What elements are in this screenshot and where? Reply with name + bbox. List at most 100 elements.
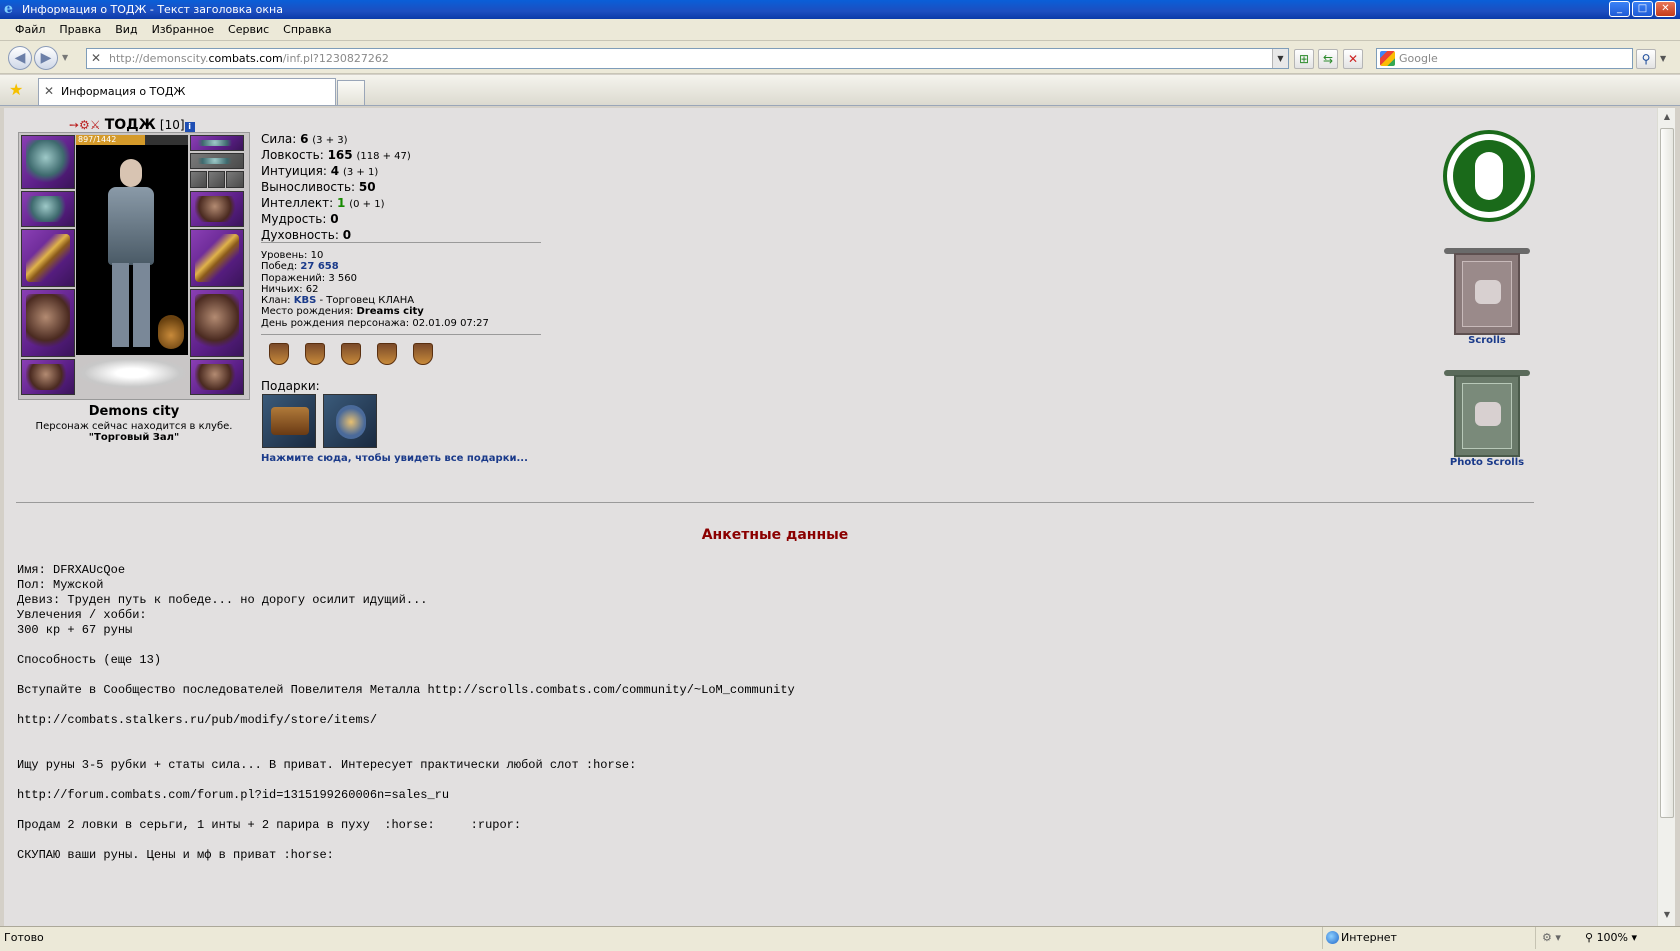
ring-slot-1[interactable] — [190, 171, 207, 188]
all-gifts-link[interactable]: Нажмите сюда, чтобы увидеть все подарки.… — [261, 453, 528, 464]
section-divider — [16, 502, 1534, 503]
location-text: Персонаж сейчас находится в клубе. — [35, 421, 233, 432]
bracers-slot[interactable] — [21, 191, 75, 227]
menu-favorites[interactable]: Избранное — [145, 23, 221, 36]
protected-mode-icon[interactable]: ⚙ ▾ — [1535, 927, 1580, 949]
globe-icon — [1326, 931, 1339, 944]
scrolls-link[interactable]: Scrolls — [1432, 335, 1542, 346]
scroll-up-icon[interactable]: ▲ — [1660, 110, 1674, 124]
window-controls: _ □ ✕ — [1609, 1, 1676, 17]
pet-image[interactable] — [158, 315, 184, 349]
info-birthday: День рождения персонажа: 02.01.09 07:27 — [261, 317, 489, 329]
scroll-down-icon[interactable]: ▼ — [1660, 908, 1674, 922]
gift-amulet-image[interactable] — [323, 394, 377, 448]
anketa-title: Анкетные данные — [701, 527, 849, 543]
info-icon[interactable]: i — [184, 122, 195, 132]
photo-scrolls-link[interactable]: Photo Scrolls — [1432, 457, 1542, 468]
character-location: Demons city Персонаж сейчас находится в … — [18, 404, 250, 443]
amulet-slot[interactable] — [190, 153, 244, 169]
hp-text: 897/1442 — [78, 135, 117, 144]
scrolls-banner[interactable] — [1444, 248, 1530, 338]
stat-row: Ловкость: 165 (118 + 47) — [261, 148, 411, 162]
boots-slot[interactable] — [190, 359, 244, 395]
leggings-slot[interactable] — [190, 289, 244, 357]
info-losses: Поражений: 3 560 — [261, 272, 357, 284]
medal-icon[interactable] — [413, 343, 433, 365]
right-weapon-slot[interactable] — [190, 229, 244, 287]
status-bar: Готово Интернет ⚙ ▾ ⚲ 100% ▾ — [0, 926, 1680, 951]
gloves-slot[interactable] — [190, 191, 244, 227]
stop-icon[interactable]: ✕ — [1343, 49, 1363, 69]
tab-active[interactable]: ✕ Информация о ТОДЖ — [38, 78, 336, 105]
new-tab-button[interactable] — [337, 80, 365, 105]
character-info: Уровень: 10 Побед: 27 658 Поражений: 3 5… — [261, 250, 489, 329]
ring-slot-2[interactable] — [208, 171, 225, 188]
medal-icon[interactable] — [269, 343, 289, 365]
menu-help[interactable]: Справка — [276, 23, 338, 36]
anketa-line: Пол: Мужской — [17, 578, 104, 592]
zoom-level[interactable]: ⚲ 100% ▾ — [1585, 927, 1637, 949]
anketa-line — [17, 668, 795, 683]
medal-icon[interactable] — [377, 343, 397, 365]
vertical-scrollbar[interactable]: ▲ ▼ — [1657, 108, 1675, 926]
gift-chest-image[interactable] — [262, 394, 316, 448]
compatibility-icon[interactable]: ⊞ — [1294, 49, 1314, 69]
stat-row: Интеллект: 1 (0 + 1) — [261, 196, 385, 210]
anketa-line — [17, 833, 795, 848]
menu-view[interactable]: Вид — [108, 23, 144, 36]
anketa-line: http://combats.stalkers.ru/pub/modify/st… — [17, 713, 378, 727]
maximize-button[interactable]: □ — [1632, 1, 1653, 17]
info-clan: Клан: KBS - Торговец КЛАНА — [261, 295, 415, 307]
tab-bar: ★ ✕ Информация о ТОДЖ — [0, 75, 1680, 106]
minimize-button[interactable]: _ — [1609, 1, 1630, 17]
url-path: /inf.pl?1230827262 — [282, 52, 389, 65]
history-dropdown-icon[interactable]: ▼ — [62, 53, 68, 62]
anketa-line: Имя: DFRXAUcQoe — [17, 563, 126, 577]
anketa-line: Способность (еще 13) — [17, 653, 162, 667]
ring-slot-3[interactable] — [226, 171, 244, 188]
info-birthplace: Место рождения: Dreams city — [261, 306, 424, 318]
search-options-icon[interactable]: ▼ — [1660, 54, 1666, 63]
info-wins: Побед: 27 658 — [261, 261, 339, 273]
refresh-icon[interactable]: ⇆ — [1318, 49, 1338, 69]
anketa-line: СКУПАЮ ваши руны. Цены и мф в приват :ho… — [17, 848, 334, 862]
anketa-text: Имя: DFRXAUcQoe Пол: Мужской Девиз: Труден… — [17, 563, 795, 863]
guild-badge-image[interactable] — [1443, 130, 1535, 222]
character-level: [10] — [159, 118, 185, 132]
address-input[interactable]: ✕ http://demonscity.combats.com/inf.pl?1… — [86, 48, 1289, 69]
medal-icon[interactable] — [341, 343, 361, 365]
tab-favicon-icon: ✕ — [44, 84, 55, 98]
scroll-thumb[interactable] — [1660, 128, 1674, 818]
left-weapon-slot[interactable] — [21, 229, 75, 287]
info-level: Уровень: 10 — [261, 250, 324, 261]
anketa-line: 300 кр + 67 руны — [17, 623, 133, 637]
photo-scrolls-banner[interactable] — [1444, 370, 1530, 460]
zone-label: Интернет — [1341, 931, 1397, 944]
hp-bar: 897/1442 — [76, 135, 188, 145]
menu-file[interactable]: Файл — [8, 23, 52, 36]
address-dropdown-icon[interactable]: ▼ — [1272, 49, 1288, 68]
belt-slot[interactable] — [21, 359, 75, 395]
city-name: Demons city — [88, 404, 180, 419]
menu-edit[interactable]: Правка — [52, 23, 108, 36]
divider — [261, 242, 541, 243]
menu-tools[interactable]: Сервис — [221, 23, 276, 36]
medal-icon[interactable] — [305, 343, 325, 365]
security-zone[interactable]: Интернет — [1322, 927, 1534, 949]
armor-slot[interactable] — [21, 289, 75, 357]
helmet-slot[interactable] — [21, 135, 75, 189]
close-button[interactable]: ✕ — [1655, 1, 1676, 17]
forward-button[interactable]: ▶ — [34, 46, 58, 70]
anketa-line: Вступайте в Сообщество последователей По… — [17, 683, 795, 697]
back-button[interactable]: ◀ — [8, 46, 32, 70]
clan-link[interactable]: KBS — [294, 295, 317, 306]
stat-row: Мудрость: 0 — [261, 212, 339, 226]
search-input[interactable]: Google — [1376, 48, 1633, 69]
anketa-line — [17, 773, 795, 788]
search-icon[interactable]: ⚲ — [1636, 49, 1656, 69]
favorites-star-icon[interactable]: ★ — [9, 80, 23, 99]
character-name[interactable]: ТОДЖ — [105, 117, 156, 133]
earrings-slot[interactable] — [190, 135, 244, 151]
anketa-line — [17, 803, 795, 818]
stats-block: Сила: 6 (3 + 3) Ловкость: 165 (118 + 47)… — [261, 132, 411, 244]
